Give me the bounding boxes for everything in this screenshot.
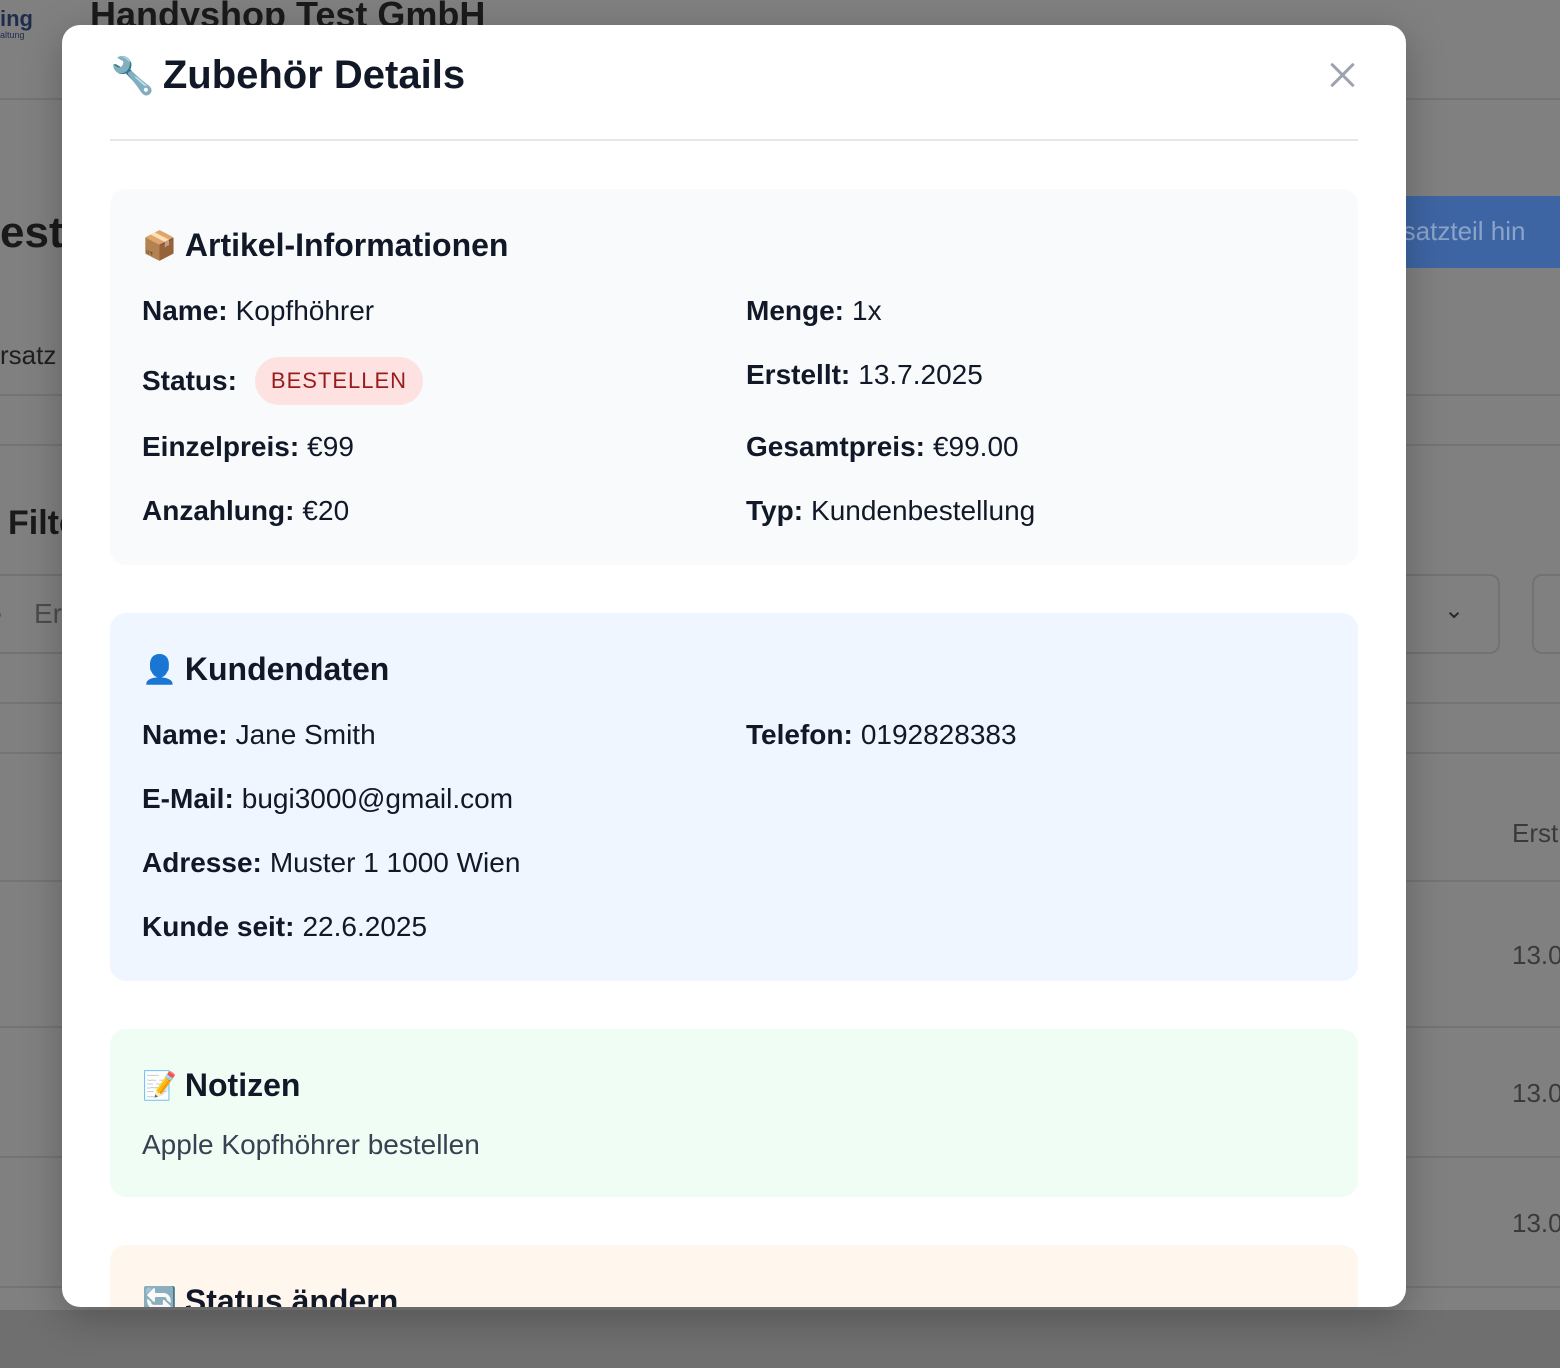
field-label: Erstellt: xyxy=(746,359,851,390)
field-value: Kopfhöhrer xyxy=(235,295,375,326)
wrench-icon: 🔧 xyxy=(110,54,155,96)
field-value: 0192828383 xyxy=(860,719,1017,750)
email-field: E-Mail: bugi3000@gmail.com xyxy=(142,783,513,815)
quantity-field: Menge: 1x xyxy=(746,295,882,327)
total-price-field: Gesamtpreis: €99.00 xyxy=(746,431,1019,463)
customer-since-field: Kunde seit: 22.6.2025 xyxy=(142,911,427,943)
field-value: Muster 1 1000 Wien xyxy=(269,847,521,878)
field-label: Gesamtpreis: xyxy=(746,431,925,462)
article-info-section: 📦 Artikel-Informationen Name: Kopfhöhrer… xyxy=(110,189,1358,565)
search-placeholder: Er xyxy=(34,598,62,629)
status-badge: BESTELLEN xyxy=(254,357,424,405)
search-icon: ⌕ xyxy=(0,598,4,631)
created-field: Erstellt: 13.7.2025 xyxy=(746,359,983,391)
field-value: €99.00 xyxy=(932,431,1019,462)
field-label: Kunde seit: xyxy=(142,911,295,942)
chevron-down-icon: ⌄ xyxy=(1444,597,1465,624)
logo-subtext: altung xyxy=(0,30,25,40)
page-footer xyxy=(0,1310,1560,1368)
column-header-created[interactable]: Erst xyxy=(1512,818,1558,849)
refresh-icon: 🔄 xyxy=(142,1286,177,1307)
logo-text: ing xyxy=(0,6,33,31)
phone-field: Telefon: 0192828383 xyxy=(746,719,1017,751)
section-title-text: Kundendaten xyxy=(184,651,390,687)
modal-header: 🔧 Zubehör Details xyxy=(110,25,1358,141)
modal-title: 🔧 Zubehör Details xyxy=(110,53,465,98)
field-label: Anzahlung: xyxy=(142,495,295,526)
accessory-details-modal: 🔧 Zubehör Details 📦 Artikel-Informatione… xyxy=(62,25,1406,1307)
unit-price-field: Einzelpreis: €99 xyxy=(142,431,354,463)
address-field: Adresse: Muster 1 1000 Wien xyxy=(142,847,520,879)
deposit-field: Anzahlung: €20 xyxy=(142,495,349,527)
tab-parts[interactable]: rsatz xyxy=(0,340,56,371)
field-value: €20 xyxy=(302,495,350,526)
field-label: Adresse: xyxy=(142,847,262,878)
type-field: Typ: Kundenbestellung xyxy=(746,495,1035,527)
table-cell-date: 13.0 xyxy=(1512,1208,1560,1238)
field-label: Telefon: xyxy=(746,719,853,750)
section-title: 🔄 Status ändern xyxy=(142,1283,398,1307)
logo: ing altung xyxy=(0,8,33,40)
field-value: bugi3000@gmail.com xyxy=(241,783,514,814)
notes-text: Apple Kopfhöhrer bestellen xyxy=(142,1129,480,1160)
field-value: 22.6.2025 xyxy=(302,911,428,942)
section-title: 📝 Notizen xyxy=(142,1067,300,1104)
customer-name-field: Name: Jane Smith xyxy=(142,719,376,751)
section-title-text: Status ändern xyxy=(184,1283,399,1307)
notes-section: 📝 Notizen Apple Kopfhöhrer bestellen xyxy=(110,1029,1358,1197)
field-label: Status: xyxy=(142,365,237,396)
article-name-field: Name: Kopfhöhrer xyxy=(142,295,374,327)
section-title-text: Artikel-Informationen xyxy=(184,227,509,263)
field-label: E-Mail: xyxy=(142,783,234,814)
user-icon: 👤 xyxy=(142,654,177,685)
field-label: Einzelpreis: xyxy=(142,431,300,462)
memo-icon: 📝 xyxy=(142,1070,177,1101)
status-change-section: 🔄 Status ändern xyxy=(110,1245,1358,1307)
field-value: 13.7.2025 xyxy=(858,359,983,390)
package-icon: 📦 xyxy=(142,230,177,261)
filter-button[interactable] xyxy=(1532,574,1560,654)
table-cell-date: 13.0 xyxy=(1512,940,1560,970)
field-value: Kundenbestellung xyxy=(811,495,1036,526)
field-value: €99 xyxy=(307,431,354,462)
modal-title-text: Zubehör Details xyxy=(162,53,466,97)
field-label: Typ: xyxy=(746,495,804,526)
customer-data-section: 👤 Kundendaten Name: Jane Smith Telefon: … xyxy=(110,613,1358,981)
field-label: Menge: xyxy=(746,295,844,326)
add-part-button[interactable]: rsatzteil hin xyxy=(1380,196,1560,268)
field-label: Name: xyxy=(142,719,228,750)
field-value: 1x xyxy=(852,295,882,326)
page-heading: est xyxy=(0,208,64,257)
field-value: Jane Smith xyxy=(235,719,376,750)
field-label: Name: xyxy=(142,295,228,326)
table-cell-date: 13.0 xyxy=(1512,1078,1560,1108)
status-field: Status: BESTELLEN xyxy=(142,357,424,405)
close-icon[interactable] xyxy=(1326,59,1358,91)
section-title: 📦 Artikel-Informationen xyxy=(142,227,508,264)
section-title-text: Notizen xyxy=(184,1067,301,1103)
section-title: 👤 Kundendaten xyxy=(142,651,389,688)
